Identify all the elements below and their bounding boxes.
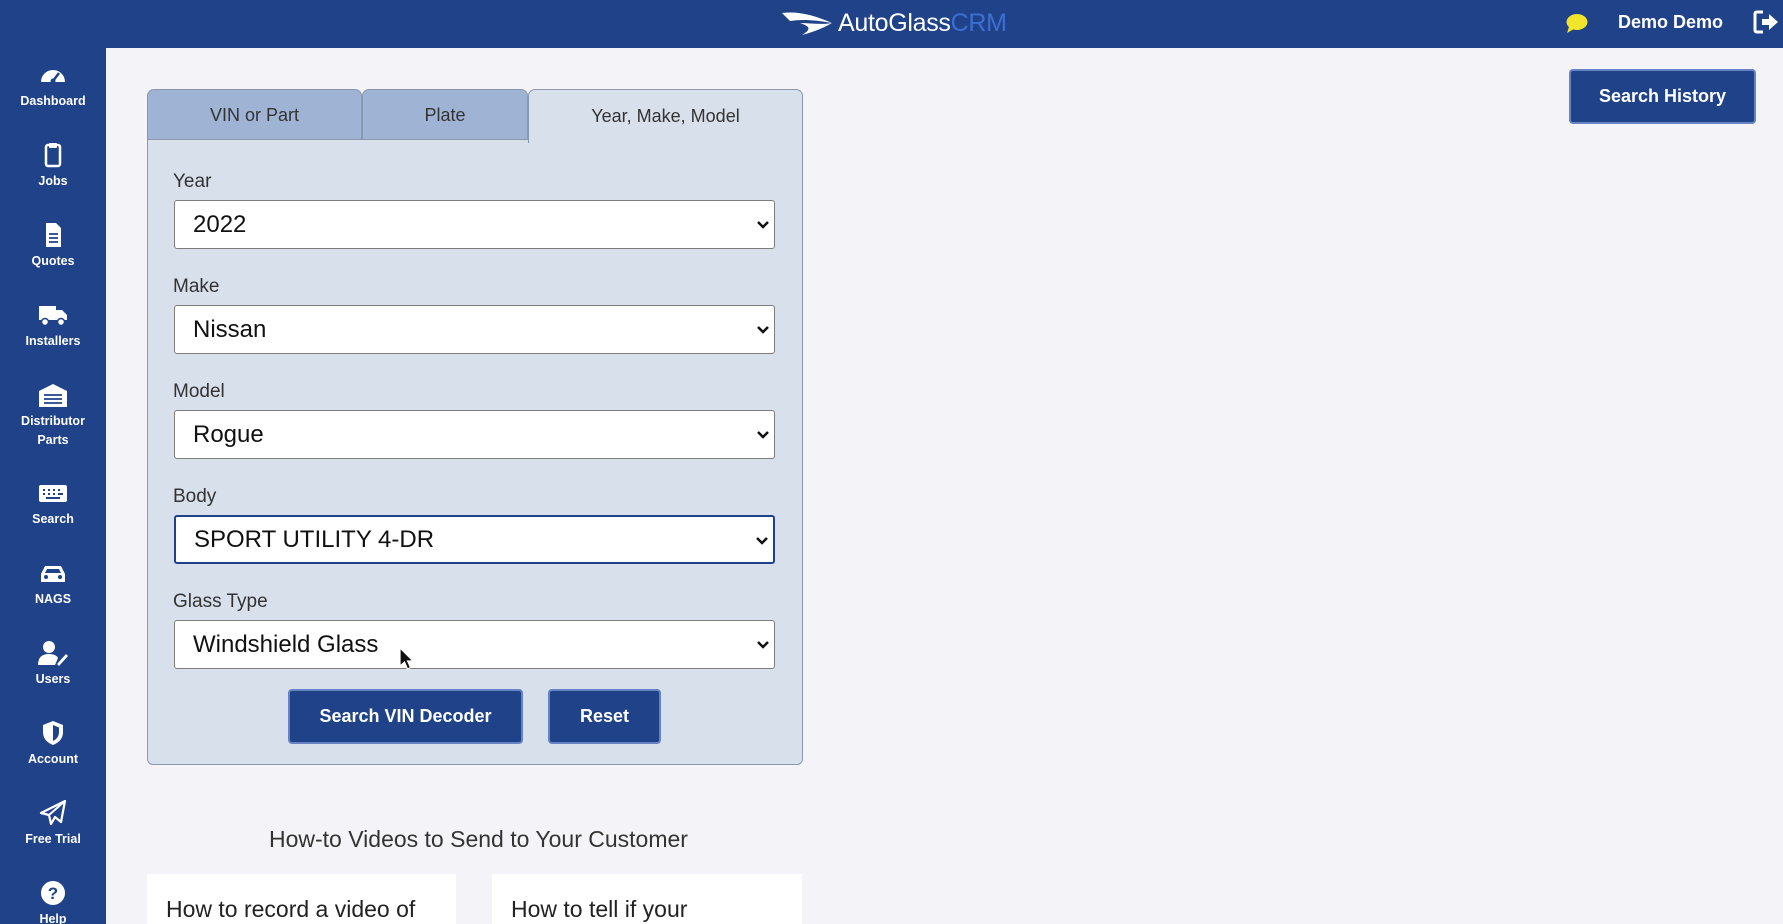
sidebar-item-label: Account [28, 752, 78, 766]
sidebar-item-label: Free Trial [25, 832, 81, 846]
howto-video-card[interactable]: How to record a video of [147, 874, 456, 924]
chevron-down-icon [757, 221, 769, 229]
sidebar-item-label: Help [39, 912, 67, 924]
document-icon [46, 223, 61, 247]
sidebar-item-label: Quotes [31, 254, 75, 268]
model-label: Model [173, 381, 225, 402]
sidebar: Dashboard Jobs Quotes Installers Distrib… [0, 48, 106, 924]
year-select-value: 2022 [193, 210, 247, 238]
sidebar-item-label: NAGS [34, 592, 72, 606]
body-label: Body [173, 486, 217, 507]
make-label: Make [173, 276, 220, 297]
sidebar-item-dashboard[interactable]: Dashboard [0, 62, 106, 111]
glass-type-select[interactable]: Windshield Glass [174, 620, 775, 669]
body-select-value: SPORT UTILITY 4-DR [194, 525, 435, 553]
sidebar-item-label: Users [35, 672, 71, 686]
logo-text: AutoGlass [838, 8, 951, 37]
chevron-down-icon [757, 326, 769, 334]
user-name[interactable]: Demo Demo [1618, 12, 1723, 33]
keyboard-icon [39, 485, 67, 502]
sidebar-item-help[interactable]: ? Help [0, 880, 106, 924]
tab-vin-or-part[interactable]: VIN or Part [147, 89, 362, 141]
app-logo[interactable]: AutoGlass CRM [780, 8, 1007, 38]
sidebar-item-jobs[interactable]: Jobs [0, 142, 106, 191]
sidebar-item-label: Distributor Parts [21, 414, 85, 447]
howto-card-title: How to tell if your [511, 896, 688, 922]
chevron-down-icon [757, 431, 769, 439]
dashboard-gauge-icon [41, 70, 65, 84]
year-select[interactable]: 2022 [174, 200, 775, 249]
shield-icon [43, 721, 63, 745]
question-circle-icon: ? [41, 881, 65, 905]
howto-video-card[interactable]: How to tell if your [492, 874, 802, 924]
sidebar-item-users[interactable]: Users [0, 640, 106, 689]
tab-plate[interactable]: Plate [362, 89, 528, 141]
chevron-down-icon [756, 537, 768, 545]
truck-icon [39, 306, 67, 327]
mouse-cursor-icon [399, 647, 415, 670]
sidebar-item-distributor-parts[interactable]: Distributor Parts [0, 382, 106, 450]
tab-year-make-model[interactable]: Year, Make, Model [528, 89, 803, 143]
logo-swoosh-icon [782, 12, 832, 35]
model-select-value: Rogue [193, 420, 264, 448]
user-edit-icon [38, 641, 68, 666]
sidebar-item-account[interactable]: Account [0, 720, 106, 769]
sidebar-item-free-trial[interactable]: Free Trial [0, 800, 106, 849]
reset-button[interactable]: Reset [548, 689, 661, 744]
year-label: Year [173, 171, 212, 192]
clipboard-icon [44, 143, 62, 168]
sidebar-item-label: Jobs [38, 174, 68, 188]
top-bar: AutoGlass CRM Demo Demo [0, 0, 1783, 48]
glass-type-select-value: Windshield Glass [193, 630, 379, 658]
make-select[interactable]: Nissan [174, 305, 775, 354]
make-select-value: Nissan [193, 315, 267, 343]
search-history-button[interactable]: Search History [1569, 69, 1756, 124]
model-select[interactable]: Rogue [174, 410, 775, 459]
sidebar-item-label: Dashboard [20, 94, 86, 108]
logout-icon[interactable] [1753, 9, 1779, 35]
glass-type-label: Glass Type [173, 591, 268, 612]
sidebar-item-search[interactable]: Search [0, 480, 106, 529]
sidebar-item-label: Search [32, 512, 74, 526]
chat-bubble-icon[interactable] [1565, 12, 1589, 34]
warehouse-icon [39, 384, 67, 407]
sidebar-item-label: Installers [25, 334, 81, 348]
sidebar-item-installers[interactable]: Installers [0, 302, 106, 351]
howto-section-title: How-to Videos to Send to Your Customer [269, 826, 688, 852]
chevron-down-icon [757, 641, 769, 649]
search-vin-decoder-button[interactable]: Search VIN Decoder [288, 689, 523, 744]
svg-text:?: ? [48, 884, 58, 903]
sidebar-item-nags[interactable]: NAGS [0, 560, 106, 609]
paper-plane-icon [39, 800, 67, 826]
howto-card-title: How to record a video of [166, 896, 416, 922]
body-select[interactable]: SPORT UTILITY 4-DR [174, 515, 775, 564]
car-icon [41, 566, 65, 582]
sidebar-item-quotes[interactable]: Quotes [0, 222, 106, 271]
logo-suffix: CRM [950, 8, 1007, 37]
